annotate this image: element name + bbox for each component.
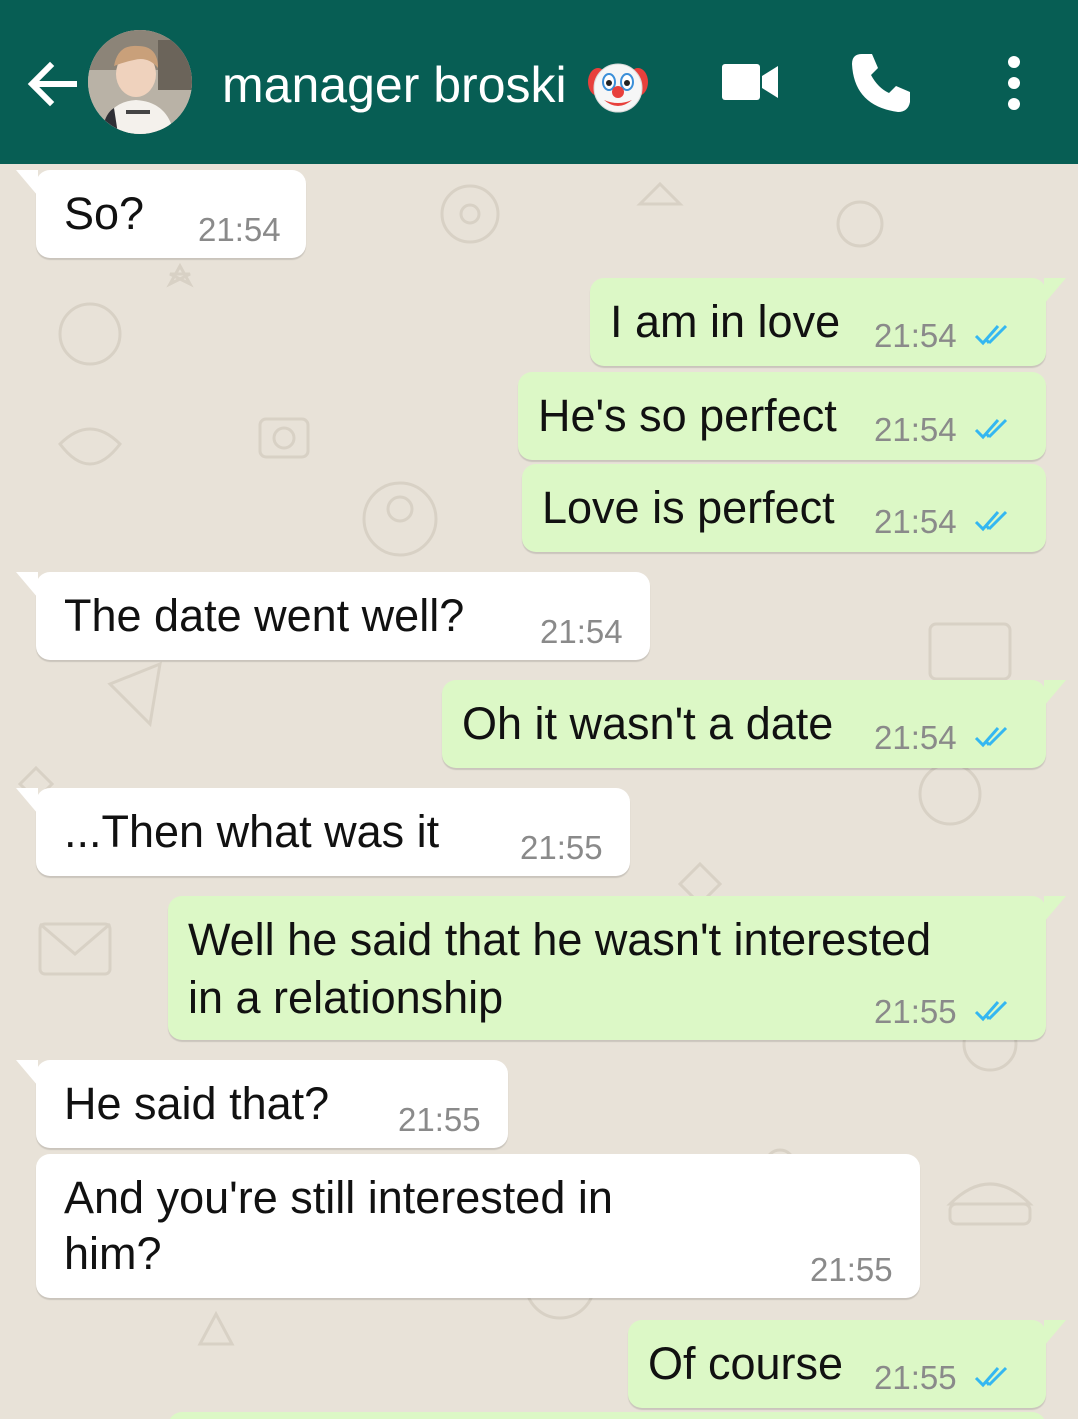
- video-call-icon[interactable]: [720, 60, 780, 104]
- chat-header: manager broski: [0, 0, 1078, 164]
- message-time: 21:55: [520, 829, 603, 866]
- message-time: 21:55: [874, 1359, 957, 1396]
- message-text: ...Then what was it: [64, 806, 440, 857]
- message-list[interactable]: So? 21:54 I am in love 21:54 He's so per…: [0, 164, 1078, 1419]
- read-ticks-icon: [974, 1366, 1008, 1388]
- message-text: The date went well?: [64, 590, 465, 641]
- read-ticks-icon: [974, 510, 1008, 532]
- read-ticks-icon: [974, 726, 1008, 748]
- message-bubble-outgoing[interactable]: He's so perfect 21:54: [518, 372, 1046, 460]
- message-bubble-outgoing[interactable]: Of course 21:55: [628, 1320, 1066, 1408]
- avatar[interactable]: [88, 30, 192, 134]
- voice-call-icon[interactable]: [848, 50, 914, 116]
- message-time: 21:54: [874, 411, 957, 448]
- read-ticks-icon: [974, 324, 1008, 346]
- message-bubble-incoming[interactable]: He said that? 21:55: [16, 1060, 508, 1148]
- message-text-line: him?: [64, 1228, 162, 1279]
- message-bubble-outgoing[interactable]: Well he said that he wasn't interested i…: [168, 896, 1066, 1040]
- contact-name[interactable]: manager broski: [222, 50, 567, 120]
- message-time: 21:55: [810, 1251, 893, 1288]
- message-text: So?: [64, 188, 145, 239]
- message-text: I am in love: [610, 296, 841, 347]
- more-options-icon[interactable]: [996, 50, 1032, 116]
- message-bubble-outgoing[interactable]: Love is perfect 21:54: [522, 464, 1046, 552]
- message-bubble-incoming[interactable]: ...Then what was it 21:55: [16, 788, 630, 876]
- message-text: He said that?: [64, 1078, 330, 1129]
- message-time: 21:55: [398, 1101, 481, 1138]
- message-time: 21:54: [874, 503, 957, 540]
- back-arrow-icon[interactable]: [24, 56, 80, 112]
- message-text: Of course: [648, 1338, 844, 1389]
- message-bubble-outgoing[interactable]: I am in love 21:54: [590, 278, 1066, 366]
- message-bubble-outgoing[interactable]: Oh it wasn't a date 21:54: [442, 680, 1066, 768]
- message-text: He's so perfect: [538, 390, 837, 441]
- message-time: 21:54: [874, 719, 957, 756]
- message-text-line: Well he said that he wasn't interested: [188, 914, 932, 965]
- message-time: 21:54: [540, 613, 623, 650]
- message-text-line: in a relationship: [188, 972, 504, 1023]
- message-bubble-incoming[interactable]: The date went well? 21:54: [16, 572, 650, 660]
- message-text-line: And you're still interested in: [64, 1172, 613, 1223]
- message-bubble-outgoing-partial[interactable]: [168, 1412, 1046, 1419]
- message-time: 21:54: [198, 211, 281, 248]
- clown-emoji-icon: [588, 63, 648, 113]
- read-ticks-icon: [974, 418, 1008, 440]
- message-text: Oh it wasn't a date: [462, 698, 834, 749]
- message-time: 21:55: [874, 993, 957, 1030]
- message-time: 21:54: [874, 317, 957, 354]
- message-bubble-incoming[interactable]: And you're still interested in him? 21:5…: [36, 1154, 920, 1298]
- message-bubble-incoming[interactable]: So? 21:54: [16, 170, 306, 258]
- message-text: Love is perfect: [542, 482, 835, 533]
- read-ticks-icon: [974, 1000, 1008, 1022]
